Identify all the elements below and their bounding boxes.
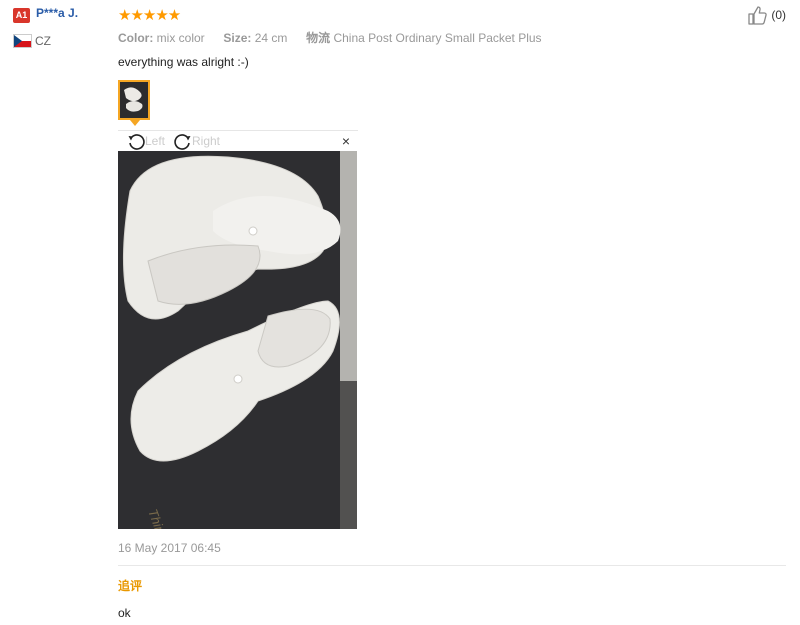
rotate-left-button[interactable]: Left bbox=[127, 133, 165, 151]
divider bbox=[118, 565, 786, 566]
thumbnail-photo bbox=[120, 82, 148, 118]
thumbnail-pointer bbox=[130, 120, 140, 126]
reviewer-name[interactable]: P***a J. bbox=[36, 6, 78, 20]
image-viewer: Left Right × ThinkPad bbox=[118, 130, 358, 530]
image-viewer-toolbar: Left Right × bbox=[118, 130, 358, 152]
helpful-count: (0) bbox=[771, 8, 787, 22]
thumbs-up-icon bbox=[748, 6, 767, 25]
review-date: 16 May 2017 06:45 bbox=[118, 541, 221, 555]
review-image-thumbnail[interactable] bbox=[118, 80, 150, 120]
rotate-right-button[interactable]: Right bbox=[174, 133, 220, 151]
rotate-left-icon bbox=[128, 134, 145, 150]
review-attributes: Color: mix color Size: 24 cm 物流 China Po… bbox=[118, 29, 542, 46]
reviewer-country: CZ bbox=[35, 34, 51, 48]
attr-color-key: Color: bbox=[118, 31, 154, 45]
rotate-right-label: Right bbox=[192, 134, 221, 149]
helpful-button[interactable]: (0) bbox=[748, 5, 786, 25]
review-text: everything was alright :-) bbox=[118, 55, 249, 69]
rating-stars: ★★★★★ bbox=[118, 7, 181, 24]
czech-flag-icon bbox=[13, 34, 32, 48]
attr-size-key: Size: bbox=[223, 31, 252, 45]
follow-up-label: 追评 bbox=[118, 579, 143, 593]
review-photo: ThinkPad bbox=[118, 151, 357, 529]
close-viewer-button[interactable]: × bbox=[342, 133, 350, 149]
attr-size-value: 24 cm bbox=[254, 31, 288, 45]
attr-color-value: mix color bbox=[156, 31, 205, 45]
rotate-right-icon bbox=[174, 134, 191, 150]
follow-up-text: ok bbox=[118, 606, 131, 620]
rotate-left-label: Left bbox=[145, 134, 166, 149]
attr-shipping-key: 物流 bbox=[306, 31, 331, 45]
level-badge: A1 bbox=[13, 8, 30, 23]
attr-shipping-value: China Post Ordinary Small Packet Plus bbox=[333, 31, 542, 45]
photo-illustration: ThinkPad bbox=[118, 151, 357, 529]
